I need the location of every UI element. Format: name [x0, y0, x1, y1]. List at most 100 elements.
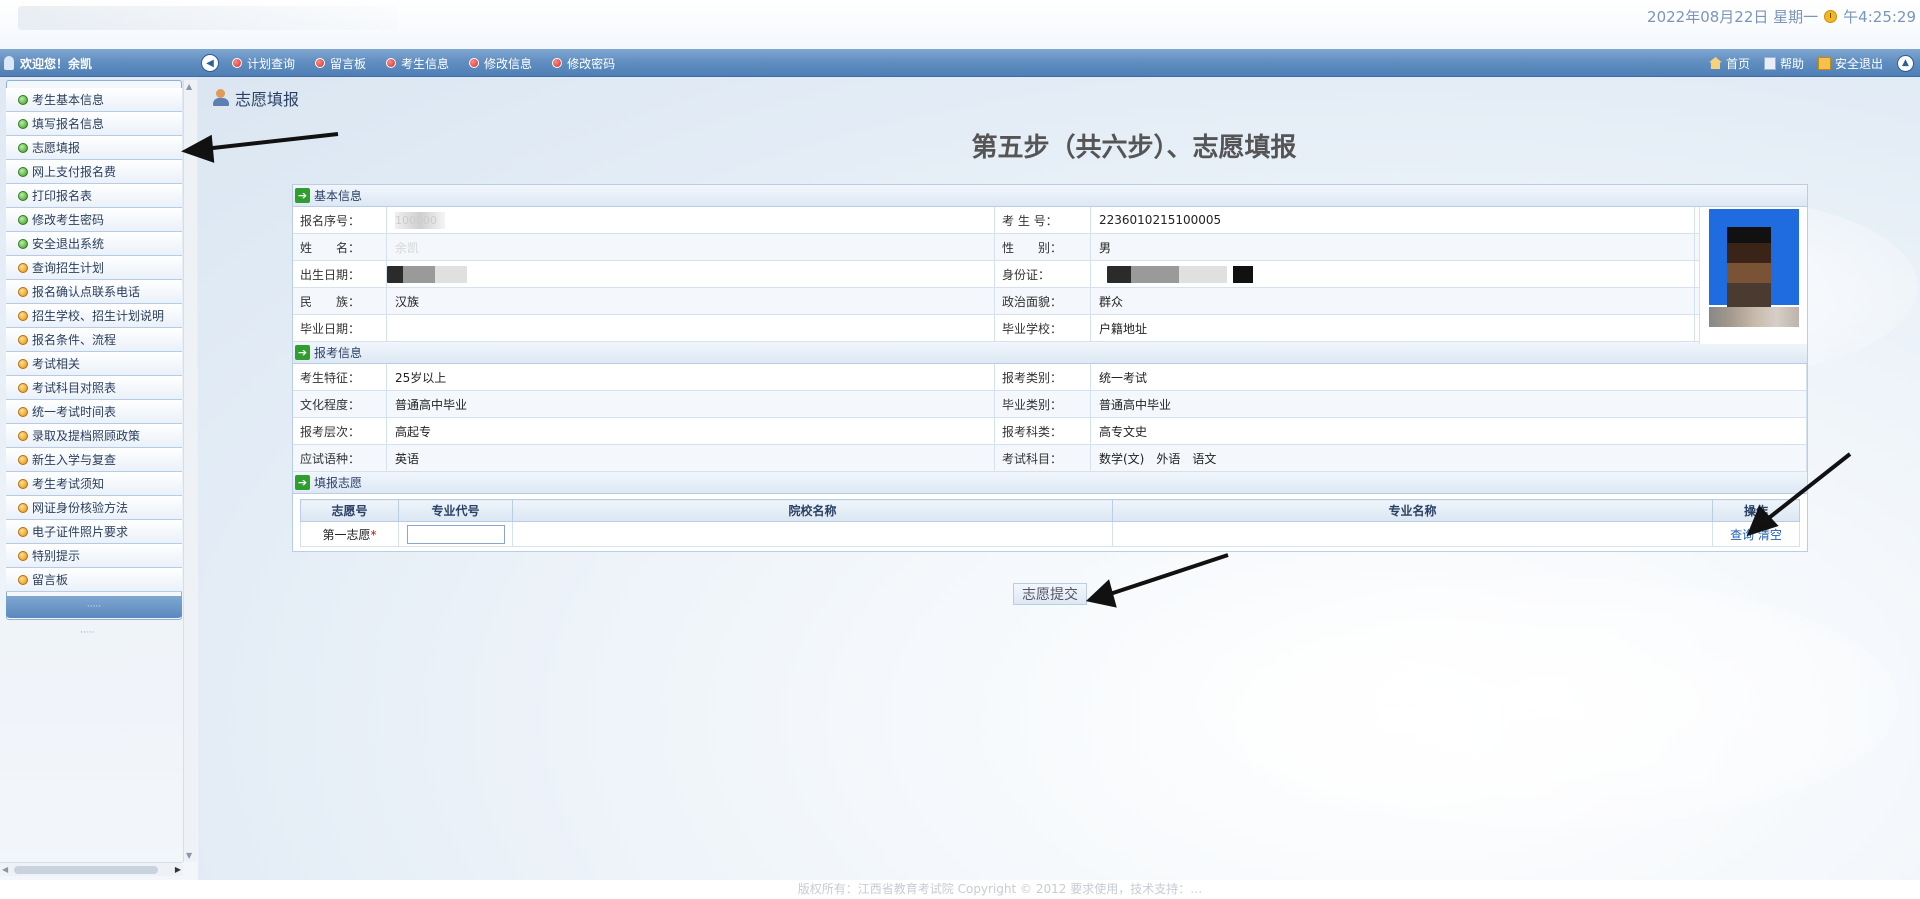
major-code-cell: [398, 521, 513, 547]
sidebar-item-subject-table[interactable]: 考试科目对照表: [6, 376, 182, 400]
sidebar-item-logout[interactable]: 安全退出系统: [6, 232, 182, 256]
sidebar-item-school-plan[interactable]: 招生学校、招生计划说明: [6, 304, 182, 328]
top-header: 2022年08月22日 星期一 午4:25:29: [0, 0, 1920, 49]
submit-volunteer-button[interactable]: 志愿提交: [1013, 583, 1087, 605]
sidebar-item-contact-phone[interactable]: 报名确认点联系电话: [6, 280, 182, 304]
sidebar-item-label: 统一考试时间表: [32, 405, 117, 419]
sidebar-grip: ·····: [80, 628, 95, 638]
sidebar-item-label: 录取及提档照顾政策: [32, 429, 141, 443]
scroll-up-icon[interactable]: ▲: [186, 82, 192, 91]
field-label: 毕业类别：: [995, 391, 1091, 417]
nav-change-password[interactable]: 修改密码: [552, 55, 615, 72]
sidebar-item-print-form[interactable]: 打印报名表: [6, 184, 182, 208]
green-dot-icon: [18, 94, 28, 105]
person-icon: [212, 89, 230, 107]
reg-no-value: 100000: [387, 207, 995, 233]
sidebar-item-label: 电子证件照片要求: [32, 525, 129, 539]
sidebar-item-special-tips[interactable]: 特别提示: [6, 544, 182, 568]
sidebar-item-photo-requirements[interactable]: 电子证件照片要求: [6, 520, 182, 544]
info-row: 文化程度： 普通高中毕业 毕业类别： 普通高中毕业: [293, 391, 1807, 418]
field-label: 报考类别：: [995, 364, 1091, 390]
sidebar-horizontal-scrollbar[interactable]: ◀ ▶: [0, 862, 183, 876]
sidebar-item-label: 报名条件、流程: [32, 333, 117, 347]
step-title: 第五步（共六步）、志愿填报: [971, 133, 1297, 163]
sidebar-item-label: 打印报名表: [32, 189, 93, 203]
name-text: 余凯: [395, 240, 420, 255]
sidebar-footer-handle[interactable]: ·····: [6, 596, 182, 618]
volunteer-header: ➔ 填报志愿: [293, 472, 1807, 494]
scrollbar-thumb[interactable]: [14, 866, 158, 874]
logout-link[interactable]: 安全退出: [1817, 55, 1883, 72]
welcome-text: 欢迎您！余凯: [4, 49, 196, 77]
query-link[interactable]: 查询: [1730, 528, 1754, 542]
grad-school-value: 户籍地址: [1091, 315, 1695, 341]
feature-value: 25岁以上: [387, 364, 995, 390]
major-code-input[interactable]: [406, 524, 505, 544]
site-logo: [18, 6, 398, 30]
clear-link[interactable]: 清空: [1758, 528, 1782, 542]
collapse-sidebar-icon[interactable]: ◀: [201, 54, 219, 72]
sidebar-item-exam-schedule[interactable]: 统一考试时间表: [6, 400, 182, 424]
sidebar-vertical-scrollbar[interactable]: ▲ ▼: [183, 80, 197, 862]
help-label: 帮助: [1779, 56, 1804, 71]
sidebar-item-exam-related[interactable]: 考试相关: [6, 352, 182, 376]
footer-copyright: 版权所有：江西省教育考试院 Copyright © 2012 要求使用，技术支持…: [0, 880, 1920, 899]
field-label: 政治面貌：: [995, 288, 1091, 314]
operation-cell: 查询 清空: [1712, 521, 1800, 547]
sidebar-item-online-payment[interactable]: 网上支付报名费: [6, 160, 182, 184]
sidebar-item-volunteer[interactable]: 志愿填报: [6, 136, 182, 160]
logout-icon: [1817, 56, 1831, 70]
logout-label: 安全退出: [1834, 56, 1883, 71]
sidebar-item-id-verify[interactable]: 网证身份核验方法: [6, 496, 182, 520]
green-dot-icon: [18, 214, 28, 225]
scroll-right-icon[interactable]: ▶: [175, 865, 181, 874]
page-title-text: 志愿填报: [235, 90, 300, 109]
info-row: 应试语种： 英语 考试科目： 数学(文) 外语 语文: [293, 445, 1807, 472]
redacted-block: [387, 265, 467, 283]
top-navbar: 欢迎您！余凯 ◀ 计划查询 留言板 考生信息 修改信息 修改密码 首页 帮助 安…: [0, 49, 1920, 77]
sidebar-item-conditions[interactable]: 报名条件、流程: [6, 328, 182, 352]
nav-plan-query[interactable]: 计划查询: [232, 55, 295, 72]
sidebar-item-label: 网证身份核验方法: [32, 501, 129, 515]
field-label: 报考科类：: [995, 418, 1091, 444]
volunteer-no-cell: 第一志愿*: [300, 521, 399, 547]
sidebar-item-fill-registration[interactable]: 填写报名信息: [6, 112, 182, 136]
arrow-right-icon: ➔: [295, 188, 310, 203]
nav-label: 考生信息: [401, 56, 450, 71]
help-link[interactable]: 帮助: [1763, 55, 1804, 72]
green-dot-icon: [18, 118, 28, 129]
field-label: 毕业日期：: [293, 315, 387, 341]
scroll-down-icon[interactable]: ▼: [186, 851, 192, 860]
sidebar-item-label: 查询招生计划: [32, 261, 105, 275]
sidebar-item-enrollment[interactable]: 新生入学与复查: [6, 448, 182, 472]
collapse-header-icon[interactable]: ▲: [1897, 54, 1914, 72]
info-row: 报名序号： 100000 考 生 号： 2236010215100005: [293, 207, 1807, 234]
sidebar-item-admission-policy[interactable]: 录取及提档照顾政策: [6, 424, 182, 448]
nav-student-info[interactable]: 考生信息: [386, 55, 449, 72]
table-row: 第一志愿* 查询 清空: [300, 521, 1800, 547]
gender-value: 男: [1091, 234, 1695, 260]
sidebar-item-query-plan[interactable]: 查询招生计划: [6, 256, 182, 280]
sidebar-item-label: 网上支付报名费: [32, 165, 117, 179]
sidebar-item-change-password[interactable]: 修改考生密码: [6, 208, 182, 232]
scroll-left-icon[interactable]: ◀: [2, 865, 8, 874]
sidebar-item-basic-info[interactable]: 考生基本信息: [6, 88, 182, 112]
orange-dot-icon: [18, 574, 28, 585]
sidebar-item-message-board[interactable]: 留言板: [6, 568, 182, 592]
field-label: 报名序号：: [293, 207, 387, 233]
sidebar-item-exam-notice[interactable]: 考生考试须知: [6, 472, 182, 496]
home-link[interactable]: 首页: [1708, 55, 1750, 72]
nav-label: 修改信息: [484, 56, 533, 71]
nav-edit-info[interactable]: 修改信息: [469, 55, 532, 72]
field-label: 身份证：: [995, 261, 1091, 287]
sidebar-item-label: 安全退出系统: [32, 237, 105, 251]
red-dot-icon: [232, 58, 242, 68]
volunteer-table-wrap: 志愿号 专业代号 院校名称 专业名称 操作 第一志愿* 查询 清空: [293, 494, 1807, 551]
redacted-block: [1233, 265, 1253, 283]
field-label: 报考层次：: [293, 418, 387, 444]
orange-dot-icon: [18, 430, 28, 441]
ethnic-value: 汉族: [387, 288, 995, 314]
redacted-block: [1107, 265, 1227, 283]
apply-info-header: ➔ 报考信息: [293, 342, 1807, 364]
nav-message-board[interactable]: 留言板: [315, 55, 366, 72]
